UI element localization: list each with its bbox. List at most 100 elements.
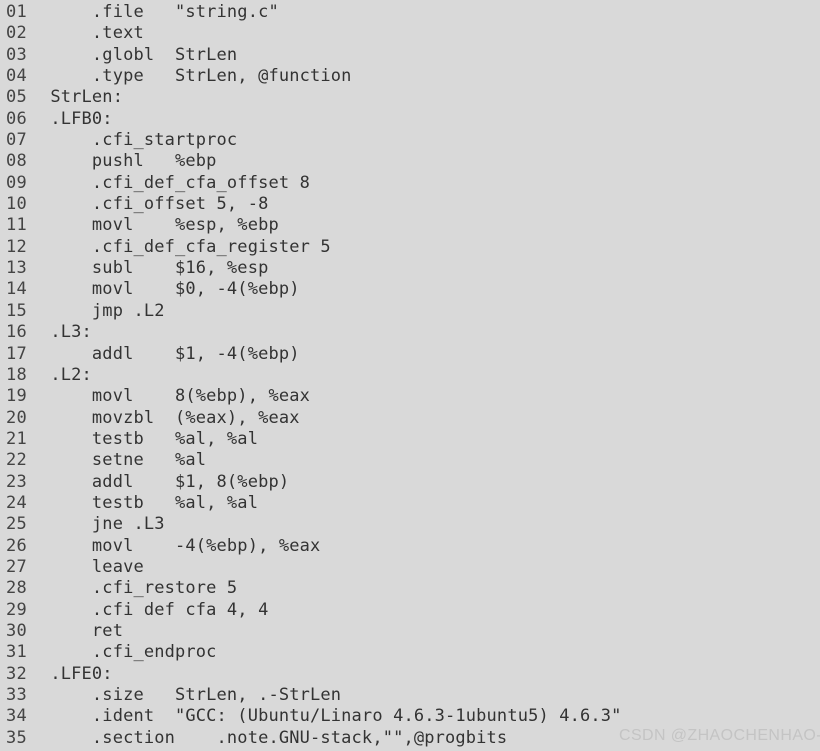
code-line: 26 movl -4(%ebp), %eax <box>0 536 820 557</box>
code-line: 13 subl $16, %esp <box>0 258 820 279</box>
line-number: 16 <box>6 322 28 343</box>
code-line: 03 .globl StrLen <box>0 45 820 66</box>
line-number: 23 <box>6 471 28 492</box>
line-content: .cfi_restore 5 <box>40 578 238 599</box>
line-content: setne %al <box>40 450 207 471</box>
line-content: .ident "GCC: (Ubuntu/Linaro 4.6.3-1ubunt… <box>40 706 622 727</box>
code-line: 27 leave <box>0 557 820 578</box>
code-line: 09 .cfi_def_cfa_offset 8 <box>0 173 820 194</box>
line-number: 18 <box>6 364 28 385</box>
line-content: .cfi_def_cfa_offset 8 <box>40 172 311 193</box>
line-number: 35 <box>6 727 28 748</box>
line-number: 30 <box>6 620 28 641</box>
code-line: 31 .cfi_endproc <box>0 642 820 663</box>
line-content: jne .L3 <box>40 514 165 535</box>
line-content: addl $1, 8(%ebp) <box>40 471 290 492</box>
line-content: pushl %ebp <box>40 151 217 172</box>
code-line: 32 .LFE0: <box>0 664 820 685</box>
line-number: 11 <box>6 215 28 236</box>
line-content: movl %esp, %ebp <box>40 215 279 236</box>
line-content: movl -4(%ebp), %eax <box>40 535 321 556</box>
line-content: .type StrLen, @function <box>40 66 352 87</box>
line-number: 14 <box>6 279 28 300</box>
line-content: .L3: <box>40 322 92 343</box>
line-number: 06 <box>6 108 28 129</box>
line-number: 08 <box>6 151 28 172</box>
line-content: .cfi_endproc <box>40 642 217 663</box>
code-line: 14 movl $0, -4(%ebp) <box>0 279 820 300</box>
line-number: 03 <box>6 44 28 65</box>
line-number: 07 <box>6 130 28 151</box>
line-number: 13 <box>6 258 28 279</box>
line-number: 05 <box>6 87 28 108</box>
code-line: 02 .text <box>0 23 820 44</box>
code-line: 01 .file "string.c" <box>0 2 820 23</box>
code-line: 16 .L3: <box>0 322 820 343</box>
line-number: 02 <box>6 23 28 44</box>
line-number: 09 <box>6 172 28 193</box>
csdn-watermark: CSDN @ZHAOCHENHAO- <box>618 727 820 744</box>
line-number: 20 <box>6 407 28 428</box>
line-content: .text <box>40 23 144 44</box>
line-number: 04 <box>6 66 28 87</box>
line-number: 27 <box>6 556 28 577</box>
code-line: 05 StrLen: <box>0 87 820 108</box>
line-content: movl $0, -4(%ebp) <box>40 279 300 300</box>
code-line: 30 ret <box>0 621 820 642</box>
line-number: 29 <box>6 599 28 620</box>
line-content: .cfi_offset 5, -8 <box>40 194 269 215</box>
line-number: 15 <box>6 300 28 321</box>
code-line: 18 .L2: <box>0 365 820 386</box>
line-content: addl $1, -4(%ebp) <box>40 343 300 364</box>
line-content: jmp .L2 <box>40 300 165 321</box>
code-line: 08 pushl %ebp <box>0 151 820 172</box>
line-content: .cfi def cfa 4, 4 <box>40 599 269 620</box>
line-number: 21 <box>6 428 28 449</box>
line-number: 17 <box>6 343 28 364</box>
line-number: 26 <box>6 535 28 556</box>
line-content: .globl StrLen <box>40 44 238 65</box>
line-content: subl $16, %esp <box>40 258 269 279</box>
line-number: 25 <box>6 514 28 535</box>
code-line: 29 .cfi def cfa 4, 4 <box>0 600 820 621</box>
line-content: .cfi_def_cfa_register 5 <box>40 236 331 257</box>
code-line: 25 jne .L3 <box>0 514 820 535</box>
line-content: .file "string.c" <box>40 2 279 22</box>
line-content: ret <box>40 620 124 641</box>
code-line: 24 testb %al, %al <box>0 493 820 514</box>
code-line: 15 jmp .L2 <box>0 301 820 322</box>
line-number: 01 <box>6 2 28 22</box>
code-line: 10 .cfi_offset 5, -8 <box>0 194 820 215</box>
line-number: 33 <box>6 685 28 705</box>
code-listing: 01 .file "string.c" 02 .text 03 .globl Str… <box>0 0 820 751</box>
line-number: 28 <box>6 578 28 599</box>
code-line: 33 .size StrLen, .-StrLen <box>0 685 820 706</box>
line-content: .cfi_startproc <box>40 130 238 151</box>
code-line: 17 addl $1, -4(%ebp) <box>0 344 820 365</box>
code-line: 22 setne %al <box>0 450 820 471</box>
line-number: 12 <box>6 236 28 257</box>
line-number: 34 <box>6 706 28 727</box>
code-line: 19 movl 8(%ebp), %eax <box>0 386 820 407</box>
code-line: 12 .cfi_def_cfa_register 5 <box>0 237 820 258</box>
code-line: 23 addl $1, 8(%ebp) <box>0 472 820 493</box>
code-line: 04 .type StrLen, @function <box>0 66 820 87</box>
line-content: leave <box>40 556 144 577</box>
code-line: 28 .cfi_restore 5 <box>0 578 820 599</box>
line-content: .LFE0: <box>40 663 113 684</box>
line-number: 10 <box>6 194 28 215</box>
line-content: testb %al, %al <box>40 492 259 513</box>
line-content: .L2: <box>40 364 92 385</box>
line-content: .size StrLen, .-StrLen <box>40 685 342 705</box>
code-line: 07 .cfi_startproc <box>0 130 820 151</box>
code-line: 34 .ident "GCC: (Ubuntu/Linaro 4.6.3-1ub… <box>0 706 820 727</box>
line-number: 19 <box>6 386 28 407</box>
line-number: 32 <box>6 663 28 684</box>
line-content: .section .note.GNU-stack,"",@progbits <box>40 727 508 748</box>
code-line: 21 testb %al, %al <box>0 429 820 450</box>
code-line: 11 movl %esp, %ebp <box>0 215 820 236</box>
code-line: 06 .LFB0: <box>0 109 820 130</box>
line-number: 24 <box>6 492 28 513</box>
line-content: StrLen: <box>40 87 124 108</box>
line-number: 22 <box>6 450 28 471</box>
